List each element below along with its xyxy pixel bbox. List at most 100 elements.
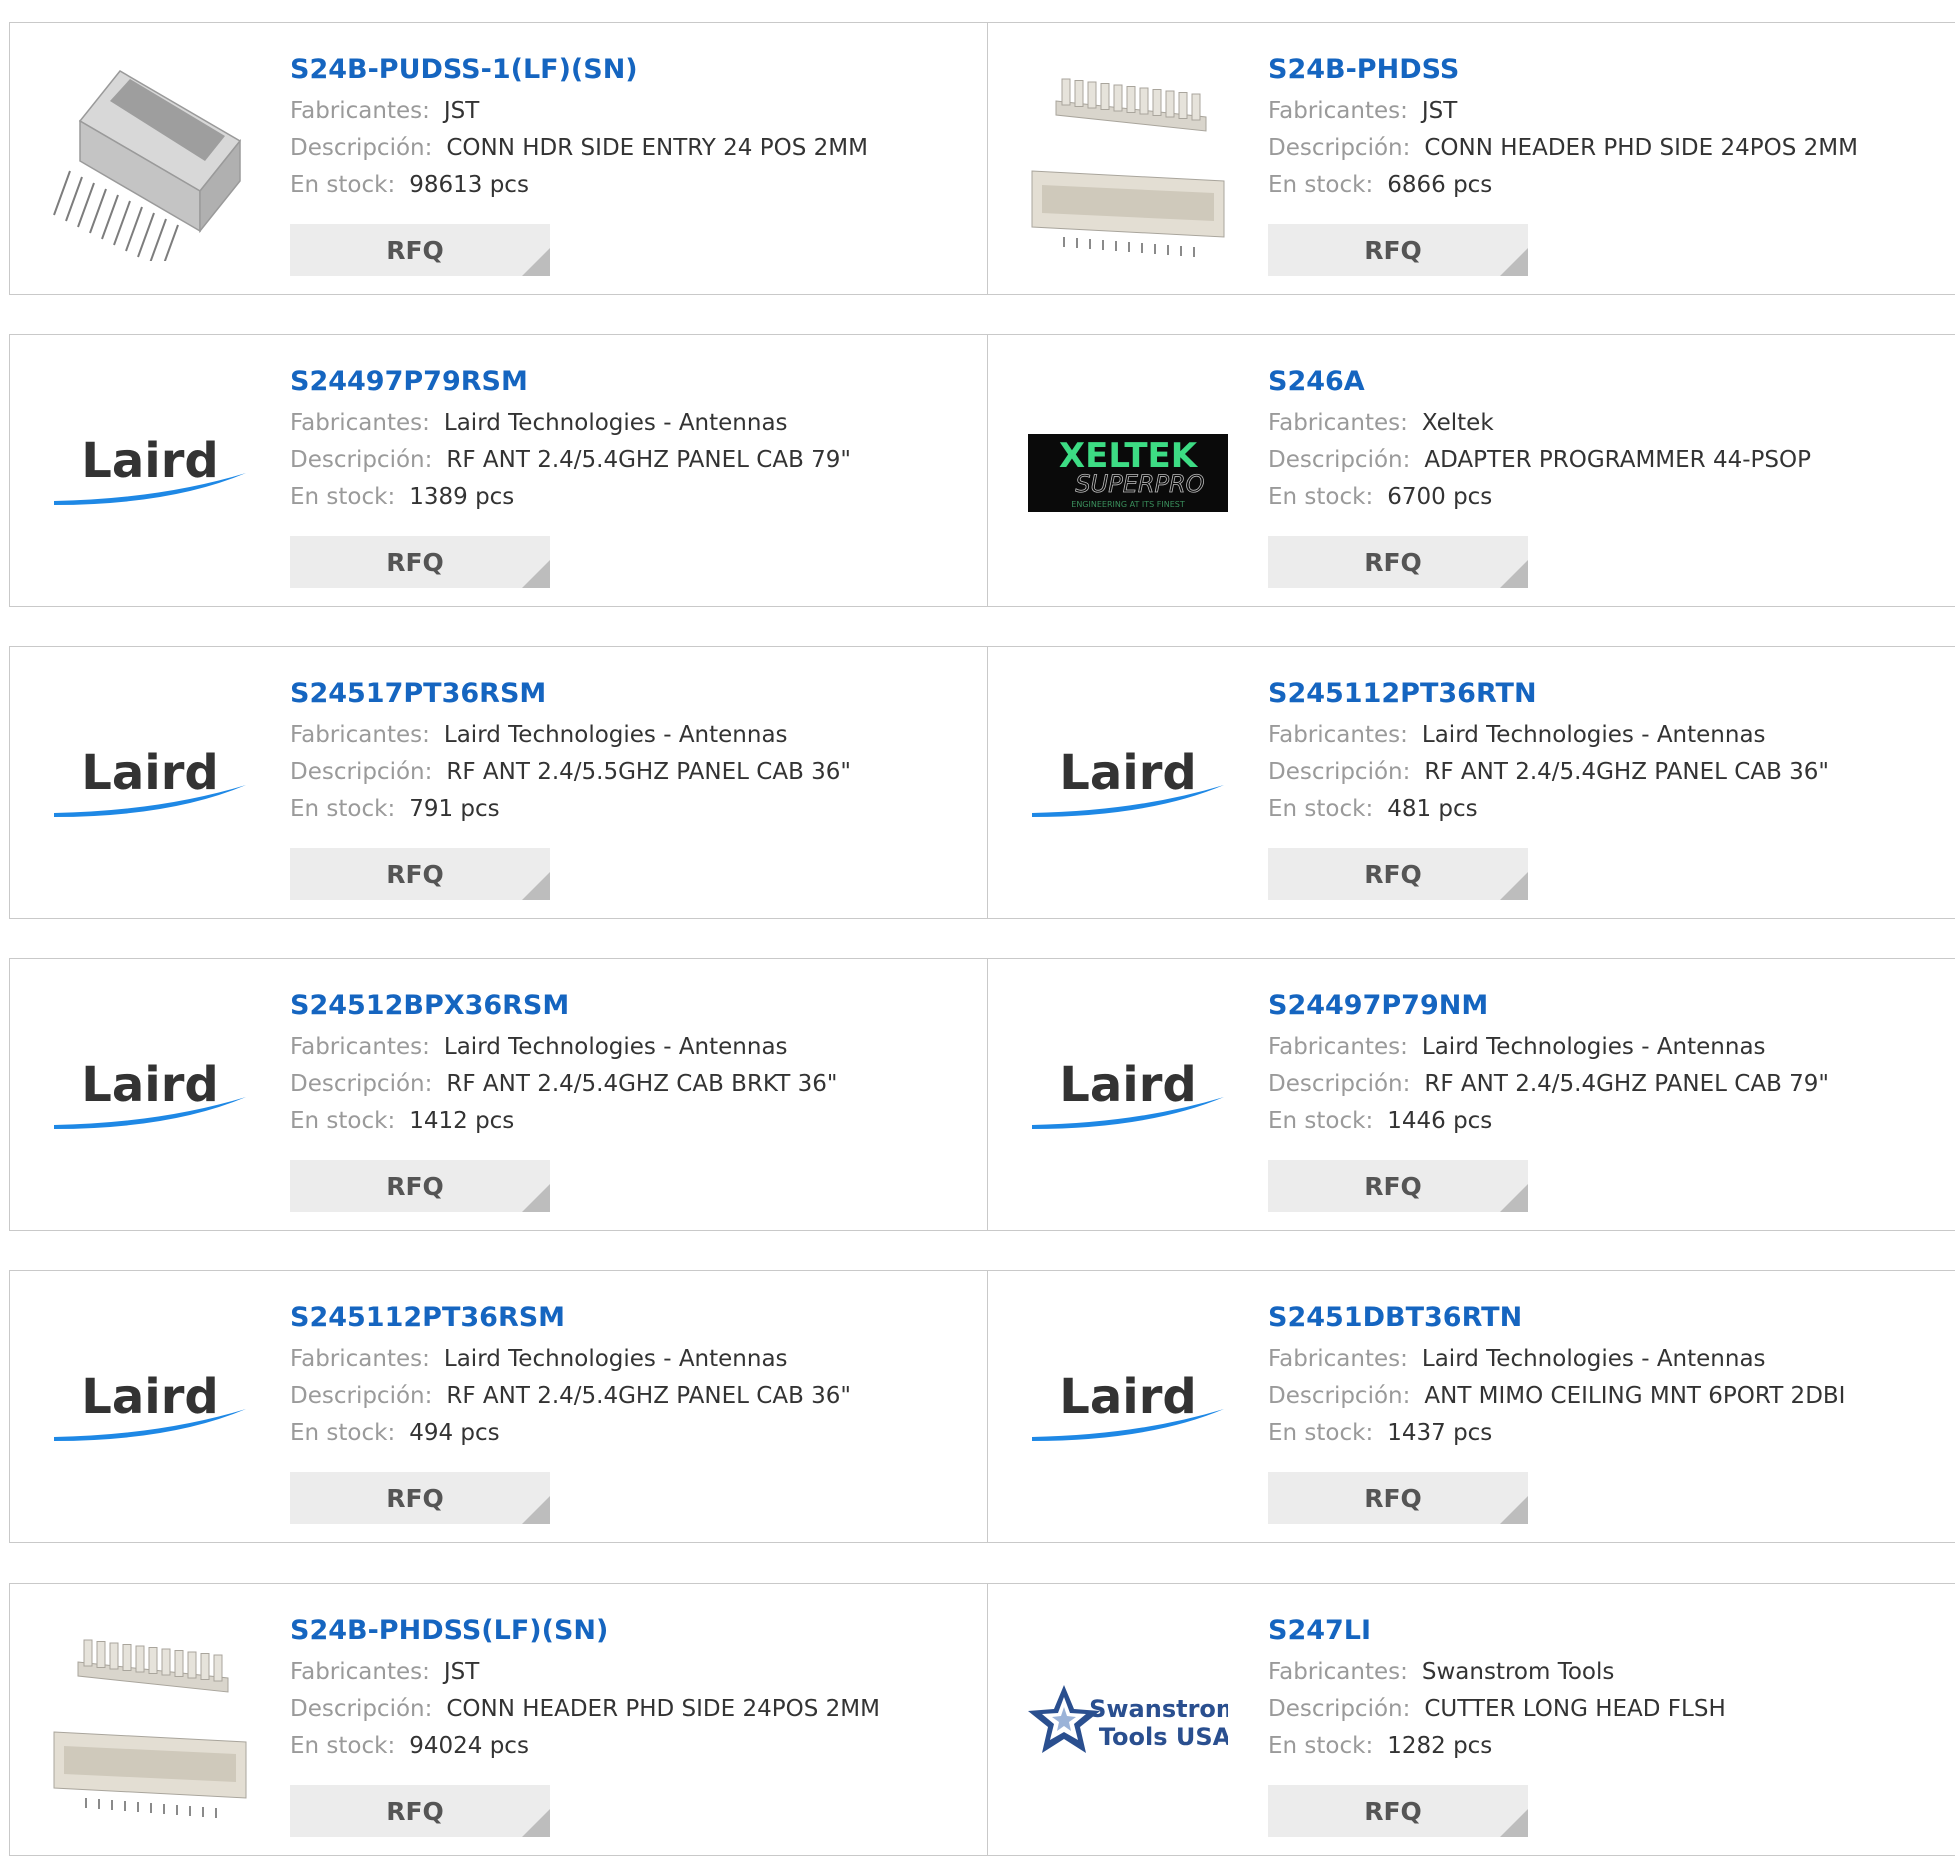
product-card: Laird S245112PT36RSM Fabricantes: Laird Tec…	[10, 1271, 988, 1542]
manufacturer-value: Laird Technologies - Antennas	[443, 410, 788, 436]
laird-logo-icon: Laird	[1032, 1057, 1224, 1129]
product-row: S24B-PUDSS-1(LF)(SN) Fabricantes: JST Descr…	[9, 22, 1955, 295]
product-part-link[interactable]: S245112PT36RSM	[290, 1301, 930, 1335]
xeltek-logo-icon: XELTEKSUPERPROENGINEERING AT ITS FINEST	[1028, 434, 1228, 512]
description-label: Descripción:	[1268, 1696, 1411, 1722]
rfq-button-label: RFQ	[386, 1483, 444, 1513]
manufacturer-field: Fabricantes: Laird Technologies - Antenna…	[1268, 1029, 1908, 1066]
rfq-corner-decoration	[522, 560, 550, 588]
rfq-corner-decoration	[522, 872, 550, 900]
description-field: Descripción: RF ANT 2.4/5.4GHZ PANEL CAB …	[1268, 1066, 1908, 1103]
product-card: S24B-PUDSS-1(LF)(SN) Fabricantes: JST Descr…	[10, 23, 988, 294]
manufacturer-label: Fabricantes:	[290, 1659, 430, 1685]
description-label: Descripción:	[290, 1696, 433, 1722]
product-image[interactable]: Laird	[50, 373, 250, 573]
description-field: Descripción: RF ANT 2.4/5.5GHZ PANEL CAB …	[290, 754, 930, 791]
rfq-button[interactable]: RFQ	[290, 848, 550, 900]
product-card: Laird S24497P79NM Fabricantes: Laird Techno…	[988, 959, 1955, 1230]
rfq-button[interactable]: RFQ	[1268, 1472, 1528, 1524]
laird-logo-text: Laird	[81, 1369, 218, 1425]
rfq-button[interactable]: RFQ	[290, 1160, 550, 1212]
description-field: Descripción: CONN HDR SIDE ENTRY 24 POS 2…	[290, 130, 930, 167]
product-image[interactable]: Laird	[1028, 1309, 1228, 1509]
description-value: RF ANT 2.4/5.4GHZ PANEL CAB 36"	[1424, 759, 1830, 785]
stock-field: En stock: 6700 pcs	[1268, 479, 1908, 516]
product-info: S24497P79RSM Fabricantes: Laird Technologi…	[290, 365, 930, 516]
manufacturer-value: Laird Technologies - Antennas	[1421, 1034, 1766, 1060]
product-card: Laird S24497P79RSM Fabricantes: Laird Techn…	[10, 335, 988, 606]
rfq-button[interactable]: RFQ	[1268, 536, 1528, 588]
laird-logo-text: Laird	[1059, 745, 1196, 801]
connector-header-icon	[53, 70, 242, 261]
laird-logo-icon: Laird	[54, 433, 246, 505]
description-label: Descripción:	[290, 759, 433, 785]
product-image[interactable]: Laird	[1028, 997, 1228, 1197]
product-part-link[interactable]: S247LI	[1268, 1614, 1908, 1648]
product-image[interactable]: Laird	[50, 997, 250, 1197]
rfq-button[interactable]: RFQ	[1268, 1785, 1528, 1837]
swanstrom-logo-text-1: Swanstrom	[1089, 1695, 1228, 1723]
manufacturer-label: Fabricantes:	[290, 410, 430, 436]
rfq-button[interactable]: RFQ	[290, 1472, 550, 1524]
product-part-link[interactable]: S246A	[1268, 365, 1908, 399]
stock-label: En stock:	[1268, 1733, 1374, 1759]
description-value: RF ANT 2.4/5.4GHZ PANEL CAB 79"	[1424, 1071, 1830, 1097]
stock-value: 494 pcs	[409, 1420, 500, 1446]
laird-logo-icon: Laird	[1032, 745, 1224, 817]
rfq-button[interactable]: RFQ	[1268, 1160, 1528, 1212]
connector-pair-icon	[53, 1639, 247, 1818]
stock-label: En stock:	[290, 1108, 396, 1134]
manufacturer-field: Fabricantes: Laird Technologies - Antenna…	[290, 405, 930, 442]
product-image[interactable]	[50, 1622, 250, 1822]
stock-field: En stock: 1412 pcs	[290, 1103, 930, 1140]
product-part-link[interactable]: S2451DBT36RTN	[1268, 1301, 1908, 1335]
rfq-corner-decoration	[522, 1496, 550, 1524]
product-image[interactable]: Laird	[1028, 685, 1228, 885]
rfq-button-label: RFQ	[1364, 235, 1422, 265]
product-part-link[interactable]: S24497P79RSM	[290, 365, 930, 399]
rfq-corner-decoration	[1500, 872, 1528, 900]
laird-logo-text: Laird	[1059, 1057, 1196, 1113]
description-value: ANT MIMO CEILING MNT 6PORT 2DBI	[1424, 1383, 1846, 1409]
product-row: Laird S24512BPX36RSM Fabricantes: Laird Tec…	[9, 958, 1955, 1231]
product-part-link[interactable]: S24B-PUDSS-1(LF)(SN)	[290, 53, 930, 87]
rfq-corner-decoration	[522, 1809, 550, 1837]
stock-value: 791 pcs	[409, 796, 500, 822]
product-part-link[interactable]: S24512BPX36RSM	[290, 989, 930, 1023]
product-part-link[interactable]: S24B-PHDSS(LF)(SN)	[290, 1614, 930, 1648]
product-part-link[interactable]: S245112PT36RTN	[1268, 677, 1908, 711]
product-part-link[interactable]: S24497P79NM	[1268, 989, 1908, 1023]
manufacturer-value: JST	[443, 1659, 480, 1685]
product-image[interactable]	[50, 61, 250, 261]
rfq-button[interactable]: RFQ	[1268, 848, 1528, 900]
manufacturer-value: Laird Technologies - Antennas	[443, 722, 788, 748]
product-image[interactable]: Laird	[50, 1309, 250, 1509]
laird-logo-text: Laird	[1059, 1369, 1196, 1425]
rfq-button[interactable]: RFQ	[290, 1785, 550, 1837]
product-part-link[interactable]: S24B-PHDSS	[1268, 53, 1908, 87]
description-field: Descripción: ANT MIMO CEILING MNT 6PORT 2…	[1268, 1378, 1908, 1415]
description-label: Descripción:	[1268, 135, 1411, 161]
description-value: RF ANT 2.4/5.4GHZ PANEL CAB 79"	[446, 447, 852, 473]
product-part-link[interactable]: S24517PT36RSM	[290, 677, 930, 711]
rfq-button[interactable]: RFQ	[290, 536, 550, 588]
laird-logo-text: Laird	[81, 433, 218, 489]
stock-value: 1282 pcs	[1387, 1733, 1493, 1759]
rfq-button-label: RFQ	[1364, 1171, 1422, 1201]
product-image[interactable]: Laird	[50, 685, 250, 885]
stock-field: En stock: 1437 pcs	[1268, 1415, 1908, 1452]
rfq-button[interactable]: RFQ	[1268, 224, 1528, 276]
product-image[interactable]	[1028, 61, 1228, 261]
stock-value: 6700 pcs	[1387, 484, 1493, 510]
manufacturer-label: Fabricantes:	[290, 722, 430, 748]
stock-field: En stock: 98613 pcs	[290, 167, 930, 204]
product-image[interactable]: XELTEK SUPERPRO ENGINEERING AT ITS FINEST	[1028, 373, 1228, 573]
description-value: RF ANT 2.4/5.5GHZ PANEL CAB 36"	[446, 759, 852, 785]
rfq-corner-decoration	[1500, 1496, 1528, 1524]
description-field: Descripción: RF ANT 2.4/5.4GHZ PANEL CAB …	[290, 442, 930, 479]
rfq-button[interactable]: RFQ	[290, 224, 550, 276]
product-image[interactable]: Swanstrom Tools USA	[1028, 1622, 1228, 1822]
xeltek-logo-tagline: ENGINEERING AT ITS FINEST	[1071, 500, 1185, 509]
manufacturer-field: Fabricantes: JST	[290, 93, 930, 130]
manufacturer-label: Fabricantes:	[1268, 98, 1408, 124]
